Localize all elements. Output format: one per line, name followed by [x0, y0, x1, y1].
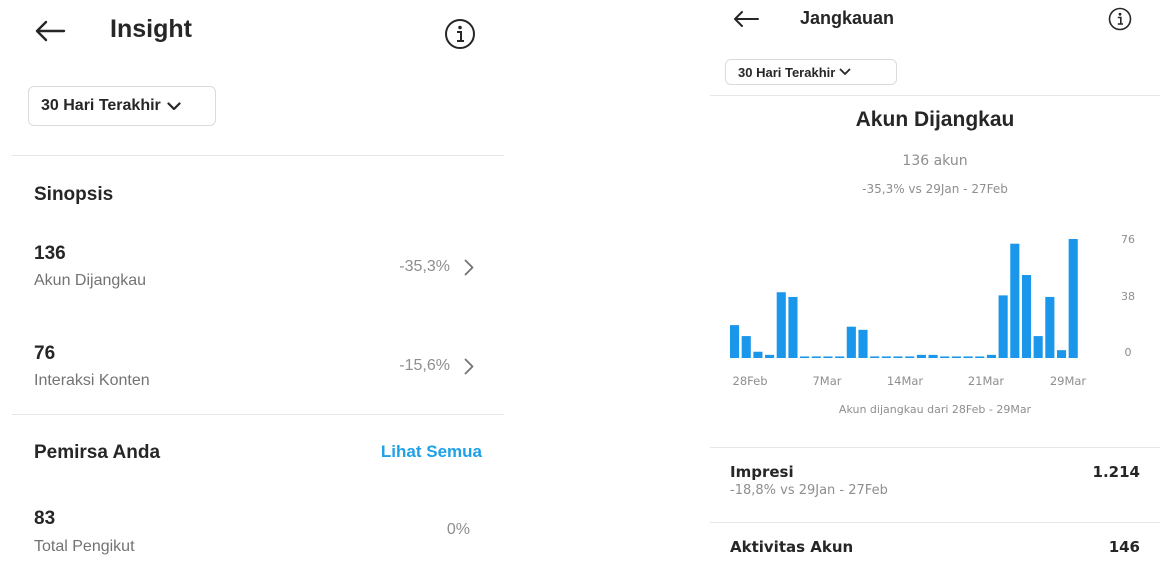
chart-bar	[905, 356, 915, 358]
chart-bar	[800, 356, 810, 358]
reach-bar-chart: 76 38 0 28Feb 7Mar 14Mar 21Mar 29Mar	[730, 233, 1135, 388]
info-icon[interactable]	[444, 18, 476, 50]
chart-bar	[893, 356, 903, 358]
y-tick-label: 38	[1121, 290, 1135, 303]
date-range-dropdown[interactable]: 30 Hari Terakhir	[725, 59, 897, 85]
content-interactions-change: -15,6%	[399, 357, 450, 374]
total-followers-change: 0%	[446, 521, 470, 538]
account-activity-title: Aktivitas Akun	[730, 538, 854, 556]
chart-bar	[1045, 296, 1055, 358]
total-followers-label: Total Pengikut	[34, 538, 135, 555]
impressions-value: 1.214	[1092, 463, 1140, 481]
date-range-label: 30 Hari Terakhir	[41, 97, 161, 114]
chart-bar	[881, 356, 891, 358]
chart-bar	[986, 354, 997, 358]
x-tick-label: 28Feb	[733, 374, 768, 388]
chart-bar	[928, 354, 938, 358]
page-title: Jangkauan	[800, 8, 895, 28]
y-tick-label: 76	[1121, 233, 1135, 246]
chart-bar	[1033, 336, 1043, 358]
content-interactions-row-link[interactable]: -15,6%	[399, 357, 474, 375]
chevron-down-icon	[839, 68, 851, 75]
chart-bar	[846, 326, 856, 358]
divider	[12, 414, 504, 415]
total-followers-value: 83	[34, 508, 56, 529]
reached-accounts-comparison: -35,3% vs 29Jan - 27Feb	[862, 182, 1008, 196]
divider	[710, 522, 1160, 523]
chart-bar	[741, 336, 751, 358]
chevron-right-icon	[464, 358, 474, 374]
chart-bar	[1056, 350, 1067, 358]
x-tick-label: 7Mar	[812, 374, 841, 388]
chart-bar	[730, 325, 740, 358]
chart-bar	[951, 356, 961, 358]
page-title: Insight	[110, 15, 192, 43]
info-icon[interactable]	[1108, 7, 1132, 31]
audience-heading: Pemirsa Anda	[34, 442, 161, 463]
see-all-link[interactable]: Lihat Semua	[381, 442, 482, 462]
chart-bar	[998, 295, 1008, 358]
x-tick-label: 29Mar	[1050, 374, 1087, 388]
divider	[710, 447, 1160, 448]
back-arrow-icon[interactable]	[34, 20, 66, 42]
chart-bar	[940, 356, 950, 358]
sinopsis-heading: Sinopsis	[34, 184, 114, 205]
chart-bar	[776, 292, 786, 358]
reached-accounts-count: 136 akun	[902, 153, 968, 169]
chart-bar	[823, 356, 833, 358]
date-range-label: 30 Hari Terakhir	[738, 64, 836, 80]
reached-accounts-title: Akun Dijangkau	[855, 108, 1015, 131]
date-range-dropdown[interactable]: 30 Hari Terakhir	[28, 86, 216, 126]
reached-accounts-value: 136	[34, 243, 66, 264]
reached-accounts-change: -35,3%	[399, 258, 450, 275]
chart-bar	[1068, 239, 1078, 358]
chart-bar	[835, 356, 845, 358]
insight-panel: Insight 30 Hari Terakhir Sinopsis 136 Ak…	[0, 0, 510, 574]
chart-bar	[916, 354, 926, 358]
chart-bar	[1010, 243, 1020, 358]
account-activity-value: 146	[1108, 538, 1140, 556]
chart-bar	[765, 354, 775, 358]
divider	[12, 155, 504, 156]
chart-bar	[1021, 275, 1032, 358]
chart-bar	[788, 296, 798, 358]
chart-caption: Akun dijangkau dari 28Feb - 29Mar	[838, 403, 1032, 416]
chevron-down-icon	[167, 101, 181, 110]
divider	[710, 95, 1160, 96]
y-tick-label: 0	[1125, 346, 1132, 359]
back-arrow-icon[interactable]	[732, 10, 760, 28]
impressions-title: Impresi	[730, 463, 794, 481]
chart-bar	[811, 356, 821, 358]
chart-bar	[963, 356, 973, 358]
x-tick-label: 21Mar	[968, 374, 1005, 388]
reached-accounts-label: Akun Dijangkau	[34, 272, 147, 289]
content-interactions-value: 76	[34, 343, 56, 364]
chart-bar	[753, 351, 763, 358]
reach-panel: Jangkauan 30 Hari Terakhir Akun Dijangka…	[710, 0, 1160, 574]
content-interactions-label: Interaksi Konten	[34, 372, 150, 389]
chart-bar	[975, 356, 985, 358]
reached-accounts-row-link[interactable]: -35,3%	[399, 258, 474, 276]
chart-bar	[870, 356, 880, 358]
impressions-comparison: -18,8% vs 29Jan - 27Feb	[730, 483, 888, 498]
chart-bar	[858, 329, 868, 358]
x-tick-label: 14Mar	[887, 374, 924, 388]
chevron-right-icon	[464, 259, 474, 275]
